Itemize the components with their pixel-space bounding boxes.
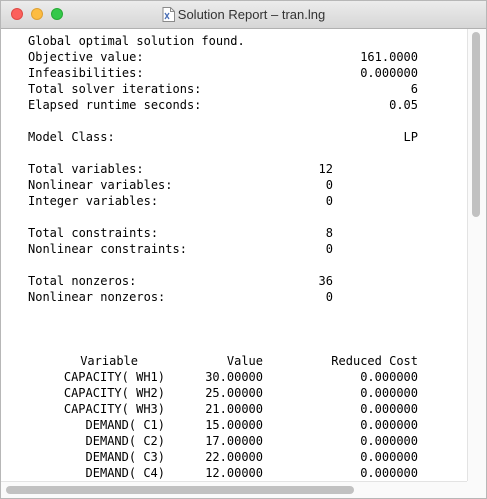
- report-text-area[interactable]: Global optimal solution found. Objective…: [1, 29, 467, 481]
- row-value: 21.00000: [205, 402, 263, 416]
- row-variable: DEMAND( C1): [85, 418, 165, 432]
- infeasibilities-value: 0.000000: [360, 66, 418, 80]
- objective-label: Objective value:: [28, 50, 144, 64]
- row-value: 17.00000: [205, 434, 263, 448]
- row-variable: CAPACITY( WH2): [63, 386, 165, 400]
- integer-variables-label: Integer variables:: [28, 194, 159, 208]
- total-variables-label: Total variables:: [28, 162, 144, 176]
- row-reduced-cost: 0.000000: [360, 386, 418, 400]
- nonlinear-variables-value: 0: [325, 178, 333, 192]
- nonlinear-variables-label: Nonlinear variables:: [28, 178, 173, 192]
- solution-report-window: Solution Report – tran.lng Global optima…: [0, 0, 487, 499]
- row-value: 25.00000: [205, 386, 263, 400]
- nonlinear-nonzeros-value: 0: [325, 290, 333, 304]
- row-variable: DEMAND( C3): [85, 450, 165, 464]
- infeasibilities-label: Infeasibilities:: [28, 66, 144, 80]
- row-variable: CAPACITY( WH1): [63, 370, 165, 384]
- horizontal-scrollbar[interactable]: [1, 481, 467, 498]
- row-variable: DEMAND( C4): [85, 466, 165, 480]
- vertical-scrollbar[interactable]: [467, 29, 486, 481]
- row-reduced-cost: 0.000000: [360, 402, 418, 416]
- horizontal-scroll-thumb[interactable]: [6, 486, 354, 494]
- total-constraints-label: Total constraints:: [28, 226, 159, 240]
- row-variable: CAPACITY( WH3): [63, 402, 165, 416]
- lingo-document-icon[interactable]: [162, 7, 175, 22]
- row-value: 12.00000: [205, 466, 263, 480]
- row-reduced-cost: 0.000000: [360, 466, 418, 480]
- iterations-label: Total solver iterations:: [28, 82, 202, 96]
- window-title: Solution Report – tran.lng: [177, 7, 326, 22]
- header-variable: Variable: [80, 354, 138, 368]
- runtime-label: Elapsed runtime seconds:: [28, 98, 202, 112]
- nonlinear-constraints-value: 0: [325, 242, 333, 256]
- nonlinear-nonzeros-label: Nonlinear nonzeros:: [28, 290, 166, 304]
- iterations-value: 6: [410, 82, 418, 96]
- total-nonzeros-label: Total nonzeros:: [28, 274, 137, 288]
- row-reduced-cost: 0.000000: [360, 370, 418, 384]
- runtime-value: 0.05: [389, 98, 418, 112]
- row-value: 30.00000: [205, 370, 263, 384]
- integer-variables-value: 0: [325, 194, 333, 208]
- row-variable: DEMAND( C2): [85, 434, 165, 448]
- row-reduced-cost: 0.000000: [360, 434, 418, 448]
- vertical-scroll-thumb[interactable]: [472, 32, 480, 217]
- row-reduced-cost: 0.000000: [360, 418, 418, 432]
- row-value: 22.00000: [205, 450, 263, 464]
- model-class-value: LP: [403, 130, 418, 144]
- title-bar[interactable]: Solution Report – tran.lng: [1, 1, 486, 29]
- status-line: Global optimal solution found.: [28, 34, 245, 48]
- model-class-label: Model Class:: [28, 130, 115, 144]
- total-constraints-value: 8: [325, 226, 333, 240]
- total-variables-value: 12: [318, 162, 333, 176]
- total-nonzeros-value: 36: [318, 274, 333, 288]
- row-reduced-cost: 0.000000: [360, 450, 418, 464]
- title-group: Solution Report – tran.lng: [1, 1, 486, 28]
- header-value: Value: [226, 354, 263, 368]
- objective-value: 161.0000: [360, 50, 418, 64]
- scroll-corner: [467, 481, 486, 498]
- nonlinear-constraints-label: Nonlinear constraints:: [28, 242, 187, 256]
- row-value: 15.00000: [205, 418, 263, 432]
- header-reduced-cost: Reduced Cost: [331, 354, 418, 368]
